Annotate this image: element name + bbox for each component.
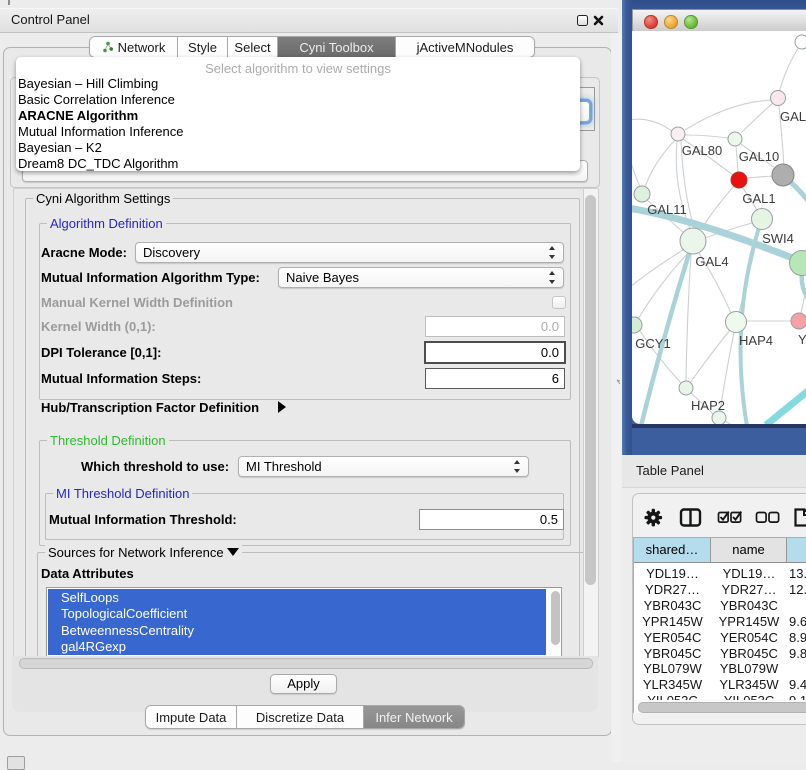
svg-text:GAL1: GAL1	[742, 191, 775, 206]
svg-text:GAL10: GAL10	[739, 149, 779, 164]
svg-text:GAL2: GAL2	[780, 109, 806, 124]
svg-text:HAP2: HAP2	[691, 398, 725, 413]
svg-text:YJ: YJ	[798, 332, 806, 347]
svg-text:GCY1: GCY1	[635, 336, 670, 351]
svg-text:GAL4: GAL4	[695, 254, 728, 269]
svg-text:GAL80: GAL80	[682, 143, 722, 158]
svg-text:GAL11: GAL11	[647, 202, 687, 217]
svg-text:SWI4: SWI4	[762, 231, 794, 246]
svg-text:HAP4: HAP4	[739, 333, 773, 348]
